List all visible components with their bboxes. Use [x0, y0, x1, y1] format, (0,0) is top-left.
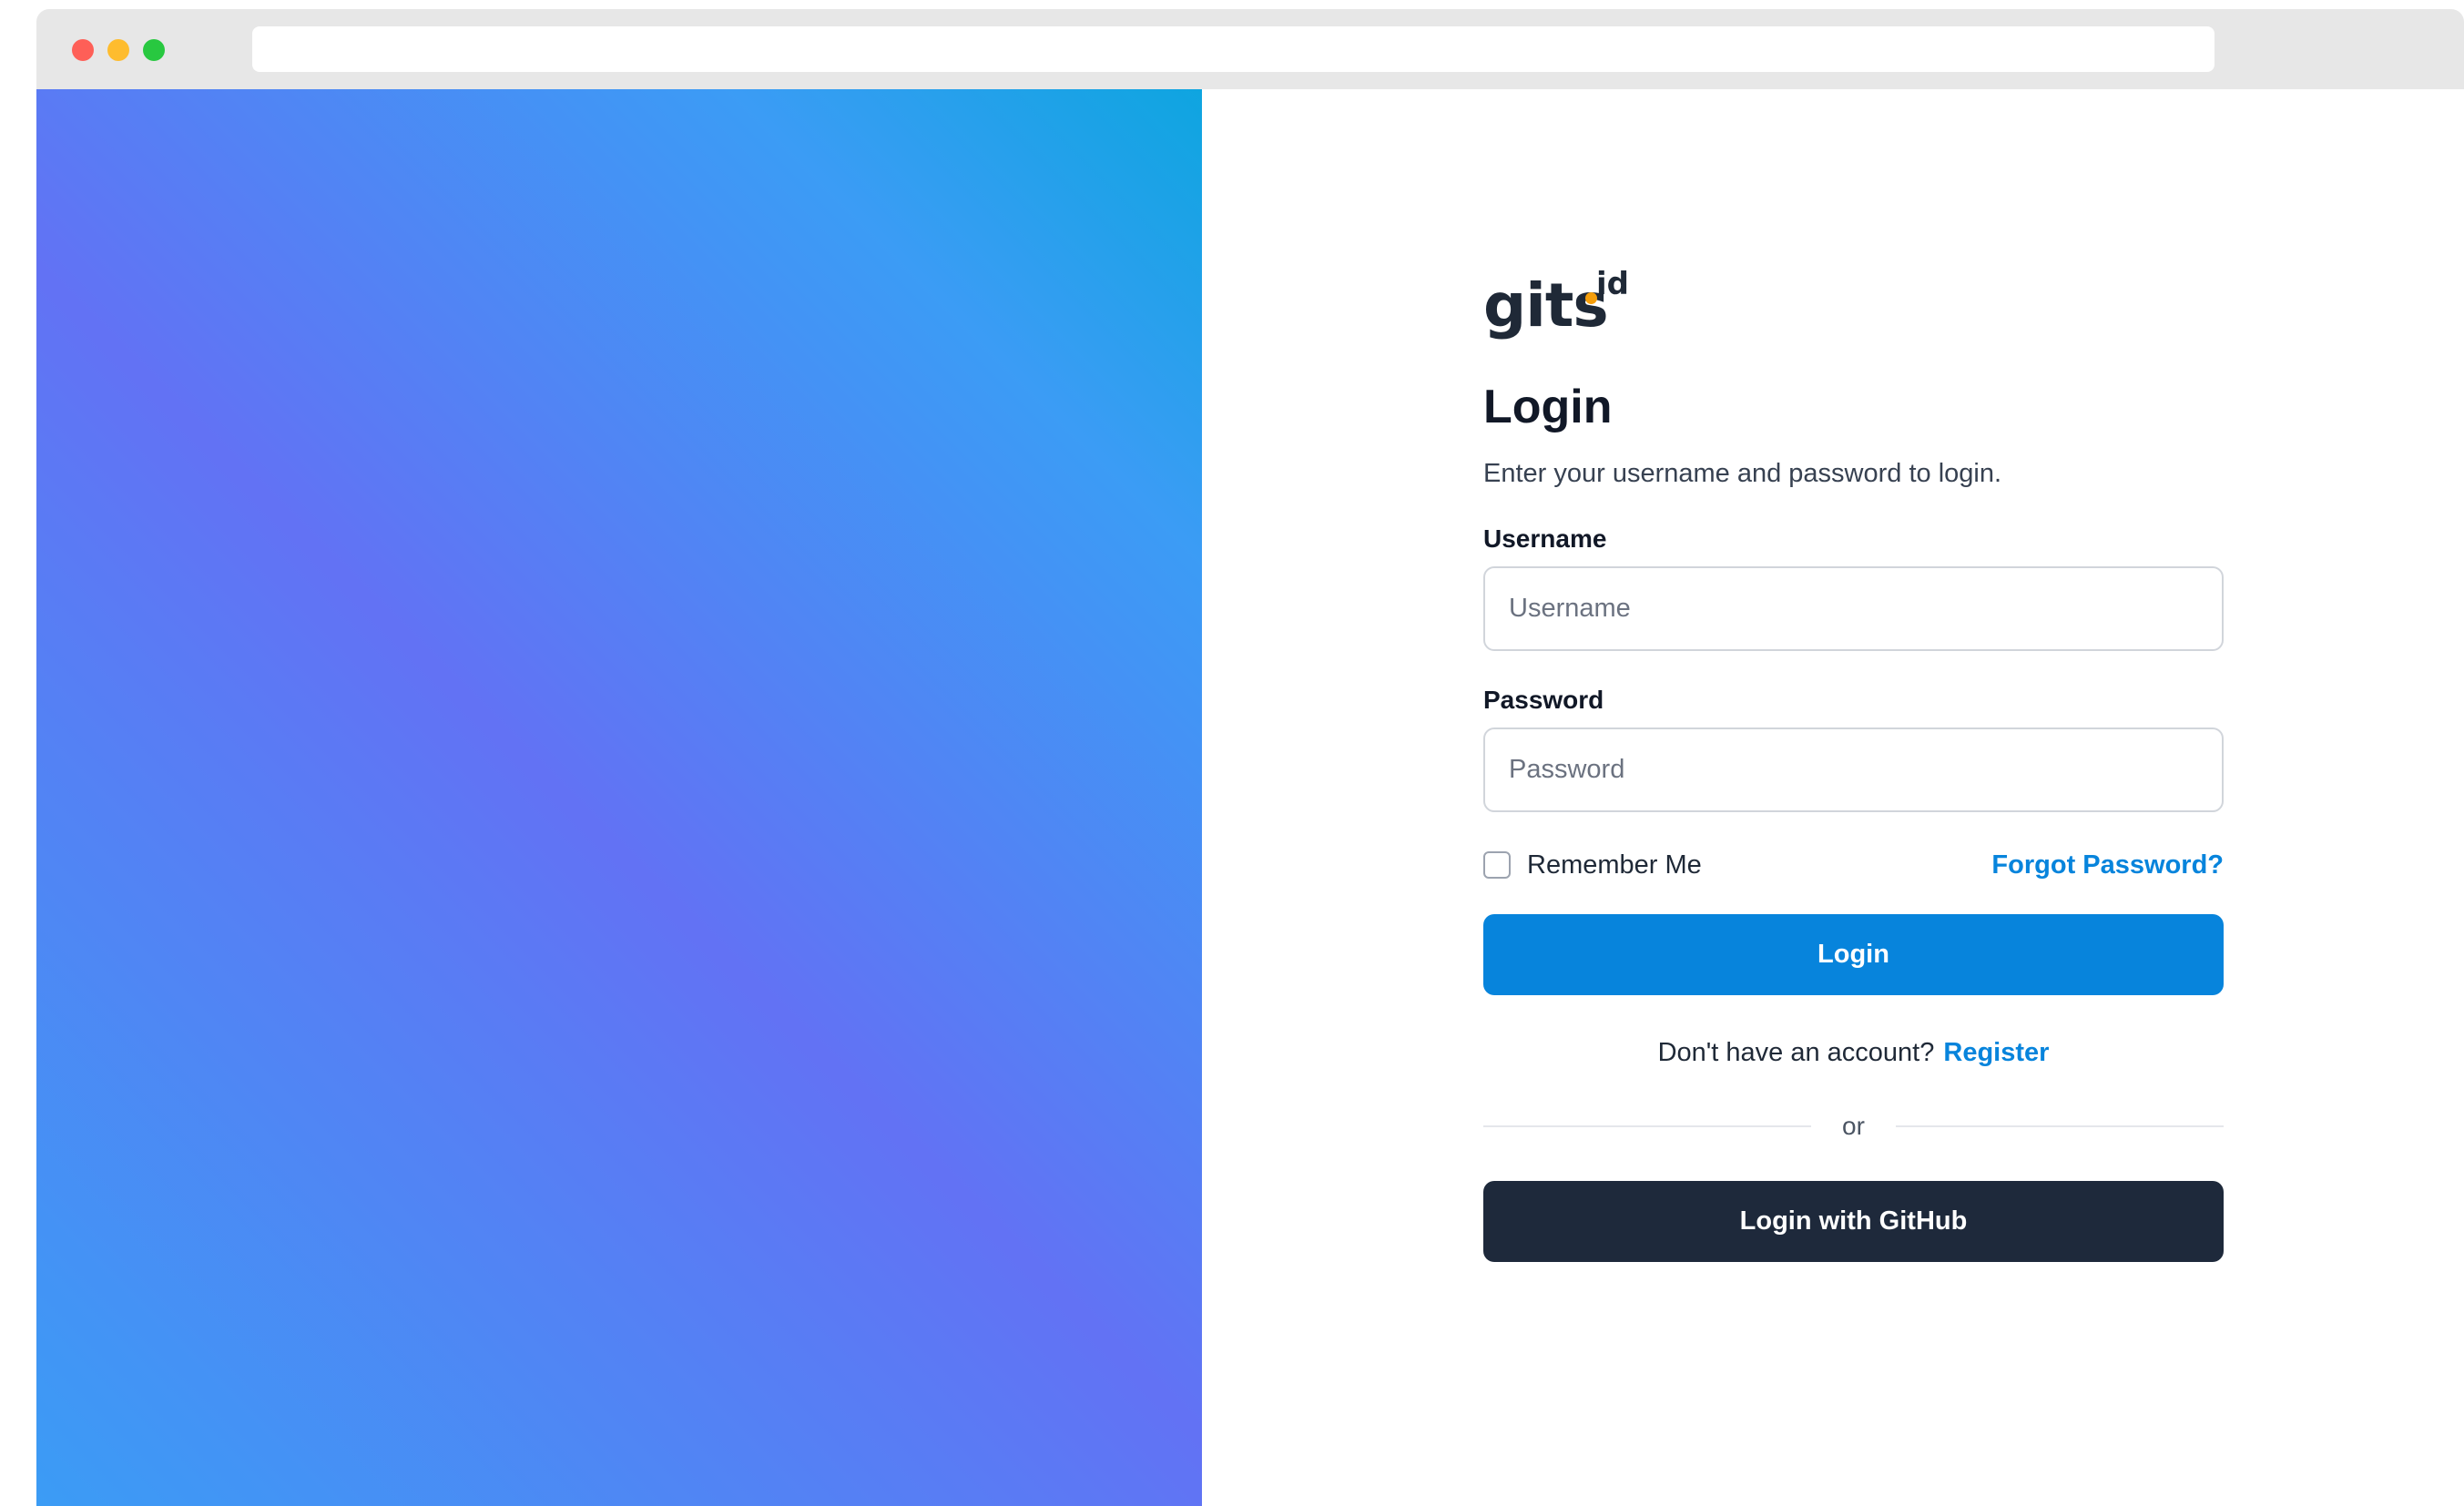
login-with-github-button[interactable]: Login with GitHub	[1483, 1181, 2224, 1263]
page-title: Login	[1483, 381, 1613, 433]
password-input[interactable]	[1483, 728, 2224, 813]
register-link[interactable]: Register	[1943, 1038, 2049, 1067]
page-subtitle: Enter your username and password to logi…	[1483, 458, 2002, 488]
username-input[interactable]	[1483, 566, 2224, 652]
minimize-window-button[interactable]	[107, 39, 129, 61]
register-prompt: Don't have an account? Register	[1483, 1038, 2224, 1068]
logo-suffix: id	[1596, 266, 1629, 302]
login-options-row: Remember Me Forgot Password?	[1483, 847, 2224, 883]
password-label: Password	[1483, 686, 1604, 715]
login-button[interactable]: Login	[1483, 914, 2224, 996]
gits-id-logo: gits id	[1483, 269, 1665, 341]
browser-window: gits id Login Enter your username and pa…	[36, 9, 2464, 1506]
address-bar[interactable]	[252, 26, 2215, 72]
divider-text: or	[1842, 1112, 1865, 1141]
forgot-password-link[interactable]: Forgot Password?	[1991, 850, 2224, 880]
remember-me-label: Remember Me	[1527, 850, 1702, 880]
hero-gradient-panel	[36, 89, 1202, 1506]
login-form: gits id Login Enter your username and pa…	[1483, 269, 2224, 1263]
logo-wordmark: gits	[1483, 270, 1609, 341]
username-label: Username	[1483, 524, 1607, 554]
register-prompt-text: Don't have an account?	[1657, 1038, 1935, 1068]
maximize-window-button[interactable]	[143, 39, 165, 61]
divider-line-left	[1483, 1125, 1812, 1128]
browser-toolbar	[36, 9, 2464, 89]
or-divider: or	[1483, 1108, 2224, 1145]
remember-me-checkbox[interactable]	[1483, 851, 1511, 880]
close-window-button[interactable]	[72, 39, 94, 61]
remember-me-option[interactable]: Remember Me	[1483, 850, 1702, 880]
divider-line-right	[1895, 1125, 2224, 1128]
